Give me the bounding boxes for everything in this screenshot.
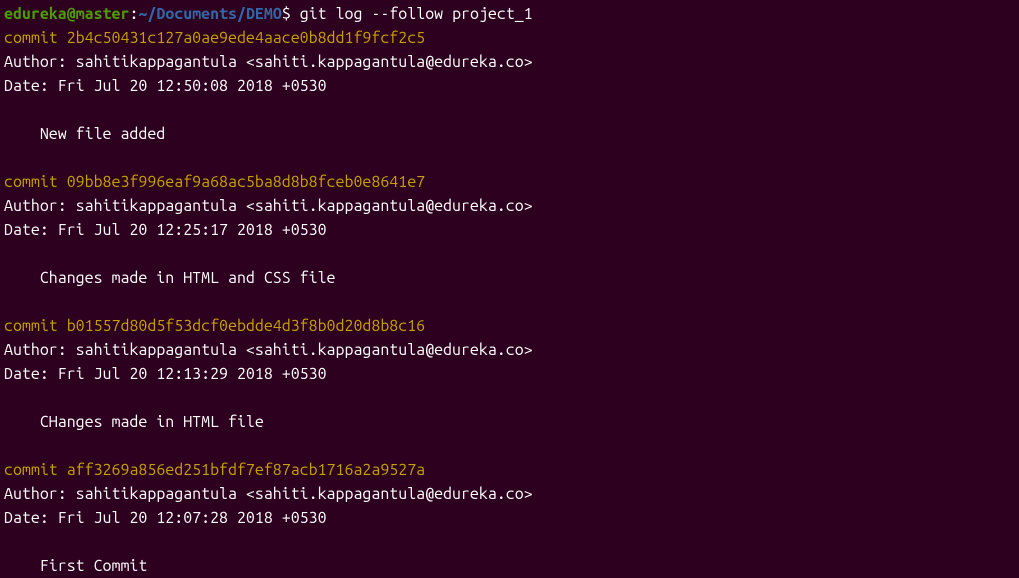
commit-hash: commit aff3269a856ed251bfdf7ef87acb1716a… xyxy=(4,458,1015,482)
prompt-line[interactable]: edureka@master:~/Documents/DEMO$ git log… xyxy=(4,2,1015,26)
commit-author: Author: sahitikappagantula <sahiti.kappa… xyxy=(4,338,1015,362)
blank-line xyxy=(4,434,1015,458)
commit-author: Author: sahitikappagantula <sahiti.kappa… xyxy=(4,482,1015,506)
commit-author: Author: sahitikappagantula <sahiti.kappa… xyxy=(4,194,1015,218)
blank-line xyxy=(4,386,1015,410)
prompt-dollar: $ xyxy=(282,5,291,23)
commit-message: CHanges made in HTML file xyxy=(4,410,1015,434)
commit-date: Date: Fri Jul 20 12:25:17 2018 +0530 xyxy=(4,218,1015,242)
prompt-user: edureka xyxy=(4,5,67,23)
terminal-output: edureka@master:~/Documents/DEMO$ git log… xyxy=(4,2,1015,578)
blank-line xyxy=(4,530,1015,554)
commit-message: Changes made in HTML and CSS file xyxy=(4,266,1015,290)
blank-line xyxy=(4,98,1015,122)
commit-block: commit b01557d80d5f53dcf0ebdde4d3f8b0d20… xyxy=(4,314,1015,458)
commit-block: commit 2b4c50431c127a0ae9ede4aace0b8dd1f… xyxy=(4,26,1015,170)
commit-block: commit aff3269a856ed251bfdf7ef87acb1716a… xyxy=(4,458,1015,578)
blank-line xyxy=(4,242,1015,266)
commit-hash: commit b01557d80d5f53dcf0ebdde4d3f8b0d20… xyxy=(4,314,1015,338)
commit-author: Author: sahitikappagantula <sahiti.kappa… xyxy=(4,50,1015,74)
blank-line xyxy=(4,290,1015,314)
command-text: git log --follow project_1 xyxy=(300,5,533,23)
prompt-at: @ xyxy=(67,5,76,23)
commit-hash: commit 09bb8e3f996eaf9a68ac5ba8d8b8fceb0… xyxy=(4,170,1015,194)
blank-line xyxy=(4,146,1015,170)
commit-date: Date: Fri Jul 20 12:07:28 2018 +0530 xyxy=(4,506,1015,530)
commit-message: First Commit xyxy=(4,554,1015,578)
prompt-path: ~/Documents/DEMO xyxy=(138,5,281,23)
commit-hash: commit 2b4c50431c127a0ae9ede4aace0b8dd1f… xyxy=(4,26,1015,50)
commit-message: New file added xyxy=(4,122,1015,146)
commit-date: Date: Fri Jul 20 12:50:08 2018 +0530 xyxy=(4,74,1015,98)
commit-date: Date: Fri Jul 20 12:13:29 2018 +0530 xyxy=(4,362,1015,386)
prompt-host: master xyxy=(76,5,130,23)
commit-block: commit 09bb8e3f996eaf9a68ac5ba8d8b8fceb0… xyxy=(4,170,1015,314)
